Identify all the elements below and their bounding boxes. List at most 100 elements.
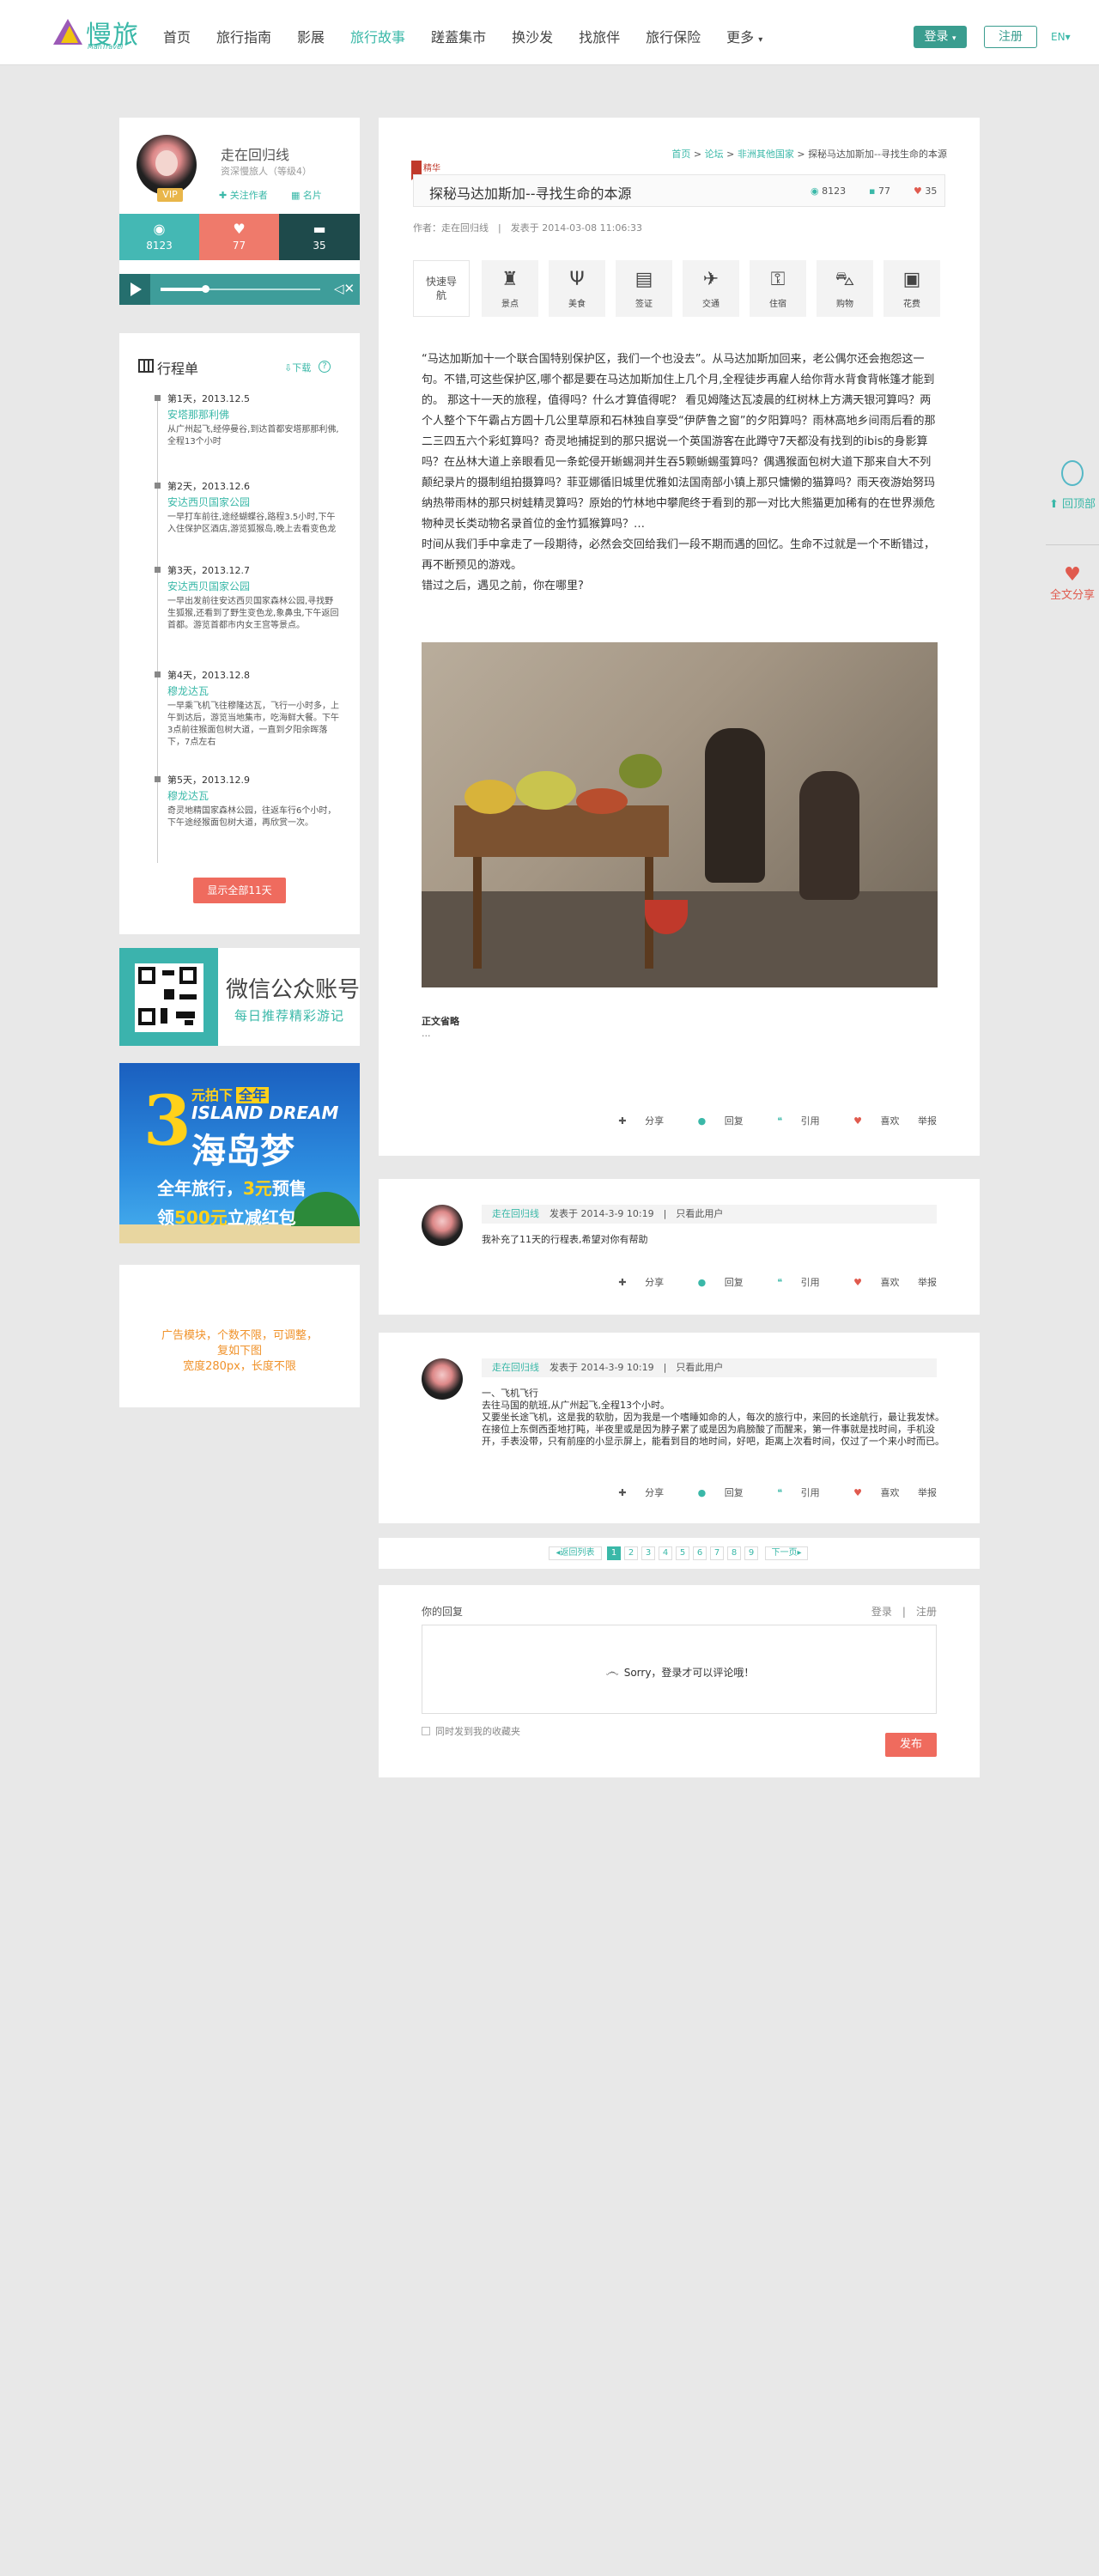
page-7[interactable]: 7 xyxy=(710,1546,724,1560)
quicknav-item-visa[interactable]: ▤ 签证 xyxy=(616,260,672,317)
reply-button[interactable]: ● 回复 xyxy=(683,1277,744,1288)
breadcrumb-forum[interactable]: 论坛 xyxy=(705,149,724,160)
comment-author[interactable]: 走在回归线 xyxy=(492,1362,539,1373)
site-logo[interactable]: 慢旅 ManTravel xyxy=(53,14,148,52)
share-button[interactable]: ✚ 分享 xyxy=(603,1487,664,1498)
reply-textarea[interactable]: ෴ Sorry，登录才可以评论哦！ xyxy=(422,1625,937,1714)
nav-guide[interactable]: 旅行指南 xyxy=(216,26,271,46)
nav-more[interactable]: 更多 ▾ xyxy=(726,26,762,46)
report-button[interactable]: 举报 xyxy=(918,1115,937,1127)
page-6[interactable]: 6 xyxy=(693,1546,707,1560)
article-views-count: 8123 xyxy=(822,185,847,197)
show-all-days-button[interactable]: 显示全部11天 xyxy=(193,878,286,903)
reply-auth-links: 登录 | 注册 xyxy=(871,1604,937,1619)
quote-button[interactable]: ❝ 引用 xyxy=(762,1487,819,1498)
quote-button[interactable]: ❝ 引用 xyxy=(762,1277,819,1288)
day-place[interactable]: 安塔那那利佛 xyxy=(167,407,229,422)
article-likes[interactable]: ♥ 35 xyxy=(914,185,937,197)
nav-gallery[interactable]: 影展 xyxy=(297,26,325,46)
quicknav-item-sights[interactable]: ♜ 景点 xyxy=(482,260,538,317)
promo-banner[interactable]: 3 元拍下 全年 ISLAND DREAM 海岛梦 全年旅行，3元预售 领500元… xyxy=(119,1063,360,1243)
only-this-user-link[interactable]: 只看此用户 xyxy=(676,1362,723,1373)
qr-module xyxy=(162,970,174,975)
day-title: 第3天，2013.12.7 xyxy=(167,565,250,576)
breadcrumb-home[interactable]: 首页 xyxy=(671,149,690,160)
register-button[interactable]: 注册 xyxy=(984,26,1037,48)
page-9[interactable]: 9 xyxy=(744,1546,758,1560)
report-button[interactable]: 举报 xyxy=(918,1277,937,1288)
article-comments[interactable]: ▪ 77 xyxy=(869,185,890,197)
like-button[interactable]: ♥ 喜欢 xyxy=(838,1487,899,1498)
author-name[interactable]: 走在回归线 xyxy=(221,143,289,164)
mute-icon[interactable]: ◁✕ xyxy=(334,281,355,296)
quicknav-item-transport[interactable]: ✈ 交通 xyxy=(683,260,739,317)
reply-button[interactable]: ● 回复 xyxy=(683,1487,744,1498)
quicknav-item-cost[interactable]: ▣ 花费 xyxy=(883,260,940,317)
banner-line5-a: 领 xyxy=(157,1207,174,1228)
back-to-list-button[interactable]: ◂返回列表 xyxy=(549,1546,602,1560)
avatar[interactable] xyxy=(137,135,197,195)
quicknav-item-hotel[interactable]: ⚿ 住宿 xyxy=(750,260,806,317)
timeline-dot xyxy=(155,483,161,489)
only-this-user-link[interactable]: 只看此用户 xyxy=(676,1208,723,1219)
ad-placeholder[interactable]: 广告模块，个数不限，可调整， 复如下图 宽度280px，长度不限 xyxy=(119,1265,360,1407)
like-button[interactable]: ♥ 喜欢 xyxy=(838,1115,899,1127)
language-switch[interactable]: EN▾ xyxy=(1051,31,1071,43)
avatar[interactable] xyxy=(422,1358,463,1400)
reply-button[interactable]: ● 回复 xyxy=(683,1115,744,1127)
play-icon[interactable] xyxy=(119,274,150,305)
share-button[interactable]: ✚ 分享 xyxy=(603,1115,664,1127)
day-place[interactable]: 穆龙达瓦 xyxy=(167,788,209,803)
nav-couch[interactable]: 换沙发 xyxy=(512,26,553,46)
reply-register-link[interactable]: 注册 xyxy=(916,1606,937,1618)
progress-knob[interactable] xyxy=(202,285,210,293)
nav-companion[interactable]: 找旅伴 xyxy=(579,26,620,46)
download-button[interactable]: ⇩下载 xyxy=(284,361,311,374)
day-place[interactable]: 穆龙达瓦 xyxy=(167,683,209,698)
comments-stat[interactable]: ▬ 35 xyxy=(279,214,360,260)
next-page-button[interactable]: 下一页▸ xyxy=(765,1546,808,1560)
help-icon[interactable]: ? xyxy=(319,361,331,373)
page-4[interactable]: 4 xyxy=(659,1546,672,1560)
article-photo[interactable] xyxy=(422,642,938,987)
follow-author-button[interactable]: ✚ 关注作者 xyxy=(219,188,268,202)
likes-stat[interactable]: ♥ 77 xyxy=(199,214,279,260)
nav-stories[interactable]: 旅行故事 xyxy=(350,26,405,46)
quicknav-item-shopping[interactable]: ⛍ 购物 xyxy=(817,260,873,317)
page-5[interactable]: 5 xyxy=(676,1546,689,1560)
article-views: ◉ 8123 xyxy=(811,185,846,197)
breadcrumb-section[interactable]: 非洲其他国家 xyxy=(738,149,794,160)
page-2[interactable]: 2 xyxy=(624,1546,638,1560)
excerpt-label: 正文省略 xyxy=(422,1016,459,1027)
publish-button[interactable]: 发布 xyxy=(885,1733,937,1757)
article-author[interactable]: 作者：走在回归线 xyxy=(413,222,489,234)
comment-header: 走在回归线 发表于 2014-3-9 10:19 | 只看此用户 xyxy=(482,1358,937,1377)
day-desc: 一早出发前往安达西贝国家森林公园,寻找野生狐猴,还看到了野生变色龙,象鼻虫,下午… xyxy=(167,597,339,630)
quicknav-item-food[interactable]: Ψ 美食 xyxy=(549,260,605,317)
avatar[interactable] xyxy=(422,1205,463,1246)
page-3[interactable]: 3 xyxy=(641,1546,655,1560)
login-button[interactable]: 登录 ▾ xyxy=(914,26,967,48)
reply-login-link[interactable]: 登录 xyxy=(871,1606,892,1618)
map-icon xyxy=(138,359,154,373)
article-actions: ✚ 分享 ● 回复 ❝ 引用 ♥ 喜欢 举报 xyxy=(587,1114,937,1127)
report-button[interactable]: 举报 xyxy=(918,1487,937,1498)
nav-insurance[interactable]: 旅行保险 xyxy=(646,26,701,46)
back-to-top[interactable]: ⬆ 回顶部 xyxy=(1046,448,1099,511)
comment-author[interactable]: 走在回归线 xyxy=(492,1208,539,1219)
business-card-button[interactable]: ▦ 名片 xyxy=(291,188,322,202)
day-place[interactable]: 安达西贝国家公园 xyxy=(167,579,250,593)
quote-button[interactable]: ❝ 引用 xyxy=(762,1115,819,1127)
progress-slider[interactable] xyxy=(161,285,320,293)
share-all[interactable]: ♥ 全文分享 xyxy=(1046,544,1099,602)
page-8[interactable]: 8 xyxy=(727,1546,741,1560)
share-button[interactable]: ✚ 分享 xyxy=(603,1277,664,1288)
nav-market[interactable]: 蹉蓋集市 xyxy=(431,26,486,46)
sync-favorites-checkbox[interactable]: 同时发到我的收藏夹 xyxy=(422,1724,520,1738)
nav-home[interactable]: 首页 xyxy=(163,26,191,46)
day-place[interactable]: 安达西贝国家公园 xyxy=(167,495,250,509)
wechat-card[interactable]: 微信公众账号 每日推荐精彩游记 xyxy=(119,948,360,1046)
page-1[interactable]: 1 xyxy=(607,1546,621,1560)
like-button[interactable]: ♥ 喜欢 xyxy=(838,1277,899,1288)
banner-big-number: 3 xyxy=(143,1080,191,1161)
